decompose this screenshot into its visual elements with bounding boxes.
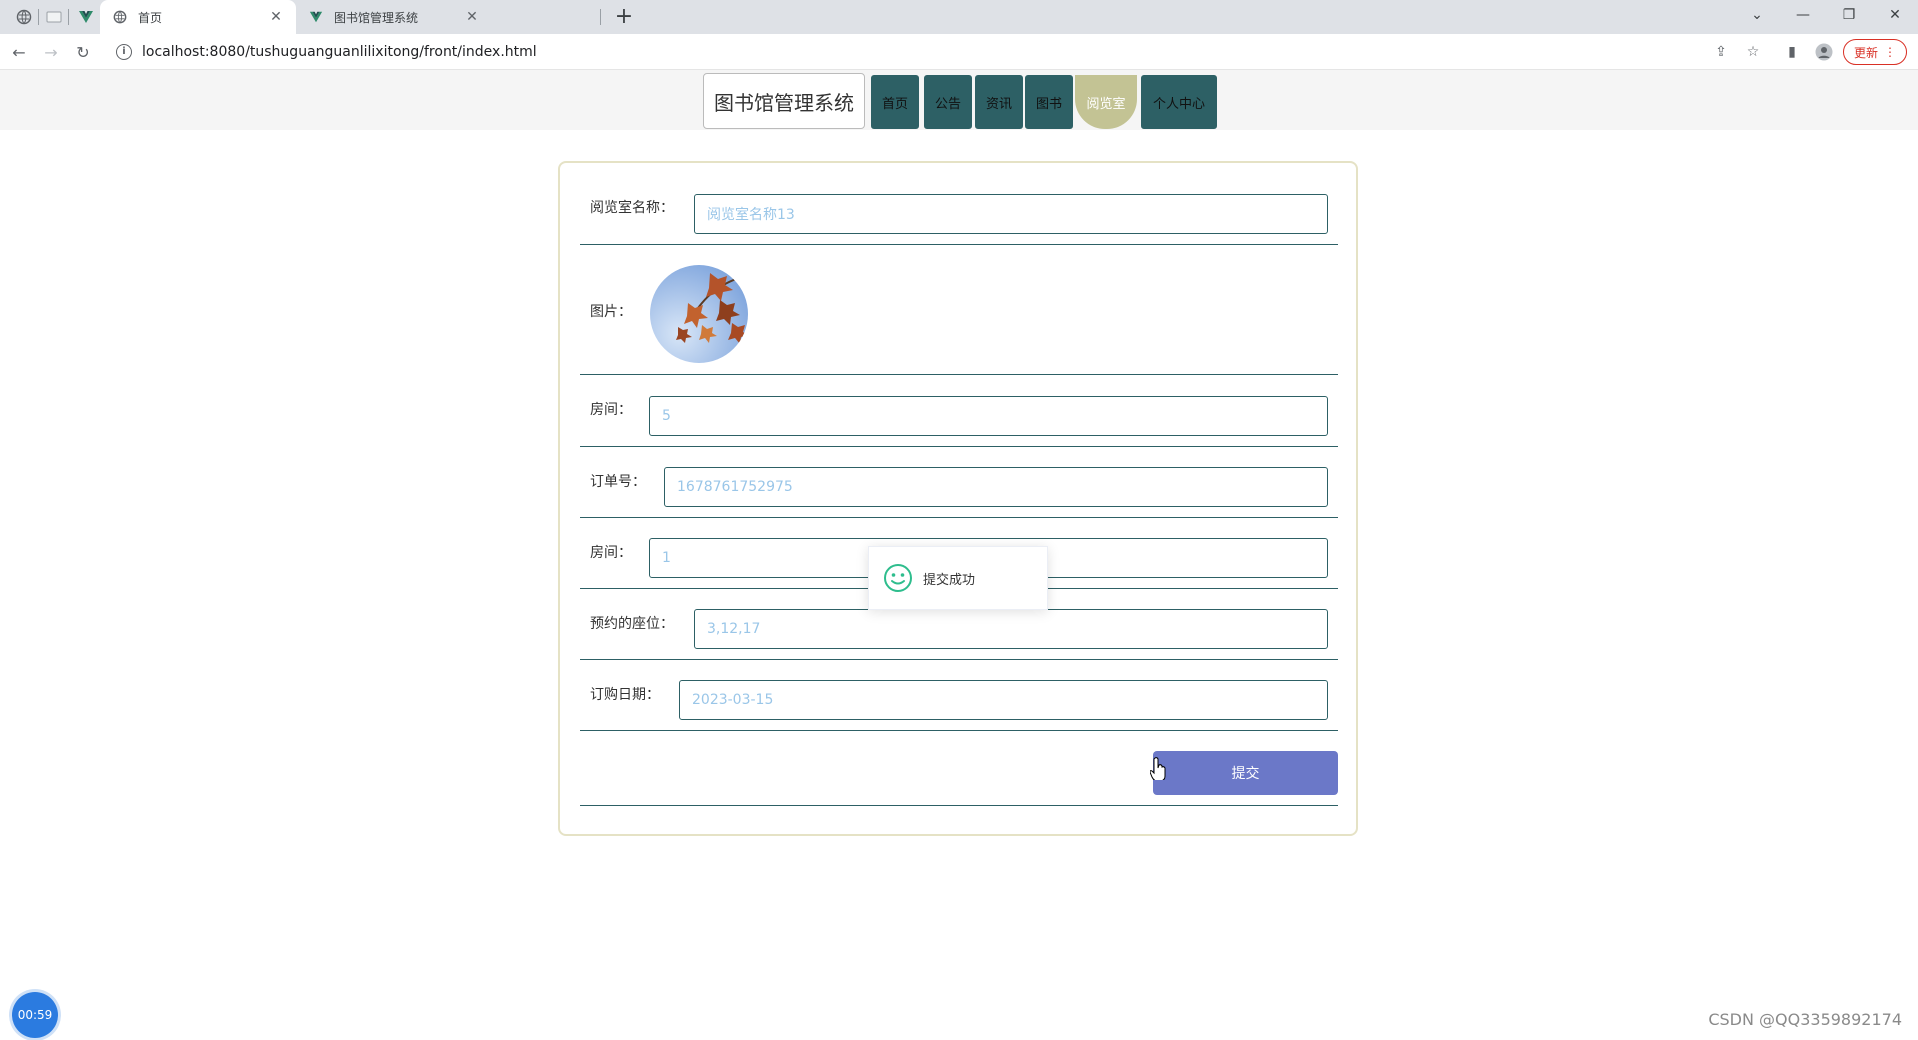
new-tab-button[interactable]: + <box>612 6 636 30</box>
profile-icon[interactable] <box>1814 42 1834 62</box>
field-label: 图片： <box>590 304 632 320</box>
forward-icon[interactable]: → <box>40 41 62 63</box>
recording-timer[interactable]: 00:59 <box>12 992 58 1038</box>
room-name-input[interactable]: 阅览室名称13 <box>694 194 1328 234</box>
restore-button[interactable]: ❐ <box>1826 0 1872 30</box>
globe-icon <box>16 9 32 25</box>
form-row-room: 房间： 5 <box>580 375 1338 447</box>
success-toast: 提交成功 <box>868 546 1048 610</box>
nav-item-personal-center[interactable]: 个人中心 <box>1141 75 1217 129</box>
tab-home[interactable]: 首页 ✕ <box>100 0 296 34</box>
field-label: 阅览室名称： <box>590 200 674 216</box>
tab-title: 图书馆管理系统 <box>334 10 419 25</box>
vue-icon <box>79 11 93 23</box>
tab-search-icon[interactable]: ⌄ <box>1734 0 1780 30</box>
reload-icon[interactable]: ↻ <box>72 41 94 63</box>
form-row-actions: 提交 <box>580 731 1338 806</box>
site-title: 图书馆管理系统 <box>703 73 865 129</box>
field-label: 订购日期： <box>590 687 660 703</box>
pinned-tab-blank[interactable] <box>44 7 64 27</box>
tab-title: 首页 <box>138 10 163 25</box>
field-label: 房间： <box>590 545 632 561</box>
side-panel-icon[interactable]: ▮ <box>1782 42 1802 62</box>
smile-icon <box>884 564 912 592</box>
field-label: 预约的座位： <box>590 616 674 632</box>
field-label: 房间： <box>590 402 632 418</box>
close-window-button[interactable]: ✕ <box>1872 0 1918 30</box>
minimize-button[interactable]: — <box>1780 0 1826 30</box>
watermark: CSDN @QQ3359892174 <box>1708 1010 1902 1029</box>
form-row-image: 图片： <box>580 245 1338 375</box>
update-button[interactable]: 更新 ⋮ <box>1843 39 1907 65</box>
tab-library[interactable]: 图书馆管理系统 ✕ <box>296 0 492 34</box>
url-text: localhost:8080/tushuguanguanlilixitong/f… <box>142 44 537 60</box>
bookmark-star-icon[interactable]: ☆ <box>1743 42 1763 62</box>
nav-item-news[interactable]: 资讯 <box>975 75 1023 129</box>
pinned-tab-vue[interactable] <box>76 7 96 27</box>
form-row-order-number: 订单号： 1678761752975 <box>580 447 1338 518</box>
site-header: 图书馆管理系统 首页 公告 资讯 图书 阅览室 个人中心 <box>0 70 1918 130</box>
submit-button[interactable]: 提交 <box>1153 751 1338 795</box>
detail-form-card: 阅览室名称： 阅览室名称13 图片： 房间： 5 订单号： 1678761752… <box>558 161 1358 836</box>
order-date-input[interactable]: 2023-03-15 <box>679 680 1328 720</box>
browser-tab-bar: 首页 ✕ 图书馆管理系统 ✕ + ⌄ — ❐ ✕ <box>0 0 1918 34</box>
vue-icon <box>309 11 323 23</box>
form-row-room-name: 阅览室名称： 阅览室名称13 <box>580 163 1338 245</box>
order-number-input[interactable]: 1678761752975 <box>664 467 1328 507</box>
globe-icon <box>113 10 127 24</box>
toast-message: 提交成功 <box>923 572 976 588</box>
room-image <box>650 265 748 363</box>
update-label: 更新 <box>1853 45 1878 60</box>
share-icon[interactable]: ⇪ <box>1711 42 1731 62</box>
field-label: 订单号： <box>590 474 646 490</box>
nav-item-home[interactable]: 首页 <box>871 75 919 129</box>
nav-item-notice[interactable]: 公告 <box>924 75 972 129</box>
nav-item-reading-room[interactable]: 阅览室 <box>1075 75 1137 129</box>
info-icon[interactable]: i <box>116 44 132 60</box>
pinned-tab-globe[interactable] <box>14 7 34 27</box>
close-icon[interactable]: ✕ <box>464 9 480 25</box>
nav-item-books[interactable]: 图书 <box>1025 75 1073 129</box>
page-icon <box>46 11 62 23</box>
hand-cursor-icon <box>1150 757 1166 780</box>
form-row-order-date: 订购日期： 2023-03-15 <box>580 660 1338 731</box>
more-menu-icon: ⋮ <box>1884 45 1896 59</box>
browser-toolbar: ← → ↻ i localhost:8080/tushuguanguanlili… <box>0 34 1918 70</box>
close-icon[interactable]: ✕ <box>268 9 284 25</box>
room-input[interactable]: 5 <box>649 396 1328 436</box>
address-bar[interactable]: i localhost:8080/tushuguanguanlilixitong… <box>106 37 1786 67</box>
seats-input[interactable]: 3,12,17 <box>694 609 1328 649</box>
back-icon[interactable]: ← <box>8 41 30 63</box>
